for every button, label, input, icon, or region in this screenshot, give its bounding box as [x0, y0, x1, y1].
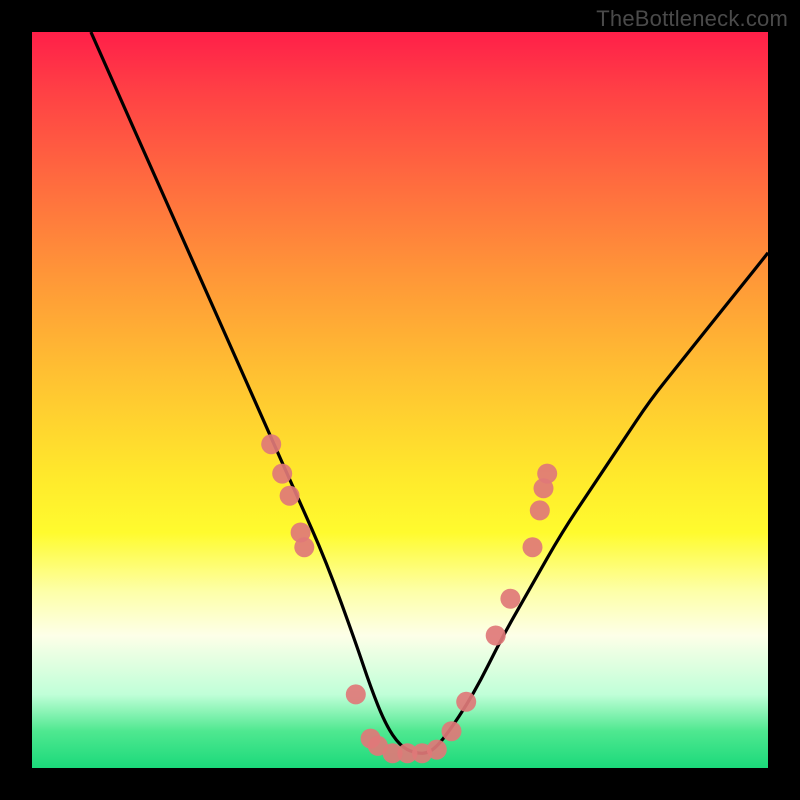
markers-group	[261, 434, 557, 763]
marker-point	[523, 537, 543, 557]
marker-point	[500, 589, 520, 609]
chart-frame: TheBottleneck.com	[0, 0, 800, 800]
marker-point	[261, 434, 281, 454]
marker-point	[456, 692, 476, 712]
chart-svg	[32, 32, 768, 768]
attribution-label: TheBottleneck.com	[596, 6, 788, 32]
marker-point	[294, 537, 314, 557]
marker-point	[280, 486, 300, 506]
marker-point	[427, 740, 447, 760]
marker-point	[530, 500, 550, 520]
marker-point	[442, 721, 462, 741]
marker-point	[272, 464, 292, 484]
marker-point	[537, 464, 557, 484]
v-curve-path	[91, 32, 768, 753]
marker-point	[486, 626, 506, 646]
marker-point	[346, 684, 366, 704]
plot-area	[32, 32, 768, 768]
